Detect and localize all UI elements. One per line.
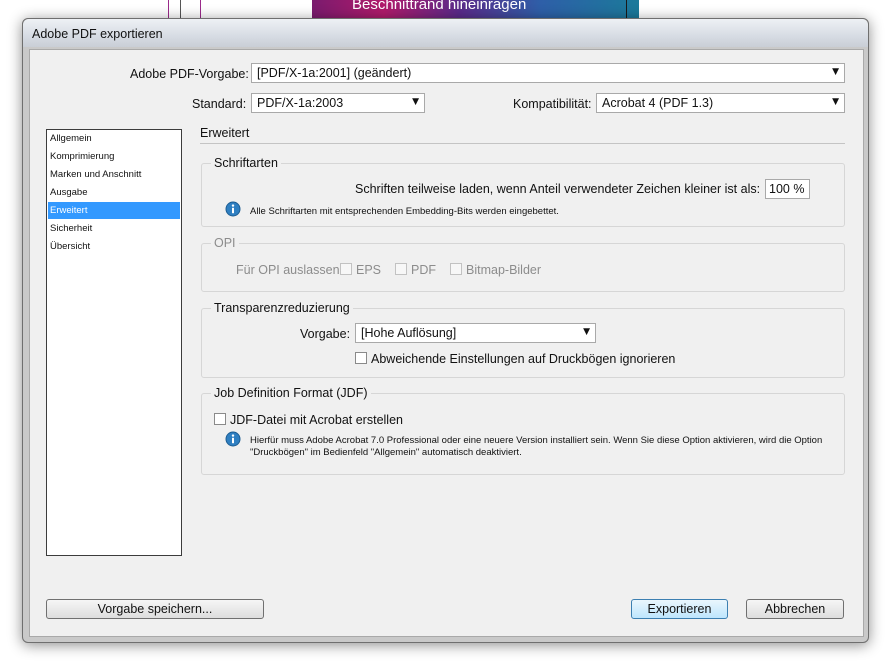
- compat-label: Kompatibilität:: [513, 97, 592, 111]
- cancel-button[interactable]: Abbrechen: [746, 599, 844, 619]
- transparency-group: [201, 308, 845, 378]
- jdf-group: [201, 393, 845, 475]
- guide-line: [626, 0, 627, 20]
- sidebar-item-uebersicht[interactable]: Übersicht: [48, 238, 180, 255]
- sidebar-item-ausgabe[interactable]: Ausgabe: [48, 184, 180, 201]
- jdf-group-title: Job Definition Format (JDF): [211, 386, 371, 400]
- ignore-overrides-label: Abweichende Einstellungen auf Druckbögen…: [371, 352, 676, 366]
- guide-line: [200, 0, 201, 20]
- chevron-down-icon: ▼: [583, 327, 590, 337]
- opi-eps-label: EPS: [356, 263, 382, 277]
- sidebar-item-sicherheit[interactable]: Sicherheit: [48, 220, 180, 237]
- compat-dropdown[interactable]: Acrobat 4 (PDF 1.3) ▼: [596, 93, 845, 113]
- sidebar-item-komprimierung[interactable]: Komprimierung: [48, 148, 180, 165]
- jdf-info-line-1: Hierfür muss Adobe Acrobat 7.0 Professio…: [250, 435, 823, 446]
- export-button[interactable]: Exportieren: [631, 599, 728, 619]
- opi-bitmap-checkbox[interactable]: [450, 263, 462, 275]
- opi-bitmap-label: Bitmap-Bilder: [466, 263, 542, 277]
- standard-label: Standard:: [192, 97, 247, 111]
- ignore-overrides-checkbox[interactable]: [355, 352, 367, 364]
- fonts-group-title: Schriftarten: [211, 156, 281, 170]
- titlebar[interactable]: Adobe PDF exportieren: [23, 19, 868, 47]
- standard-value: PDF/X-1a:2003: [257, 96, 344, 110]
- chevron-down-icon: ▼: [412, 97, 419, 107]
- preset-value: [PDF/X-1a:2001] (geändert): [257, 66, 412, 80]
- opi-pdf-label: PDF: [411, 263, 436, 277]
- subset-label: Schriften teilweise laden, wenn Anteil v…: [355, 182, 761, 196]
- jdf-create-checkbox[interactable]: [214, 413, 226, 425]
- panel-title: Erweitert: [200, 126, 250, 140]
- sidebar-item-erweitert[interactable]: Erweitert: [48, 202, 180, 219]
- info-icon: [225, 431, 241, 447]
- chevron-down-icon: ▼: [832, 67, 839, 77]
- transparency-preset-dropdown[interactable]: [Hohe Auflösung] ▼: [355, 323, 596, 343]
- category-list[interactable]: Allgemein Komprimierung Marken und Ansch…: [46, 129, 182, 556]
- save-preset-button[interactable]: Vorgabe speichern...: [46, 599, 264, 619]
- opi-pdf-checkbox[interactable]: [395, 263, 407, 275]
- panel-divider: [200, 143, 845, 144]
- info-icon: [225, 201, 241, 217]
- sidebar-item-marken-und-anschnitt[interactable]: Marken und Anschnitt: [48, 166, 180, 183]
- subset-threshold-value: 100 %: [769, 182, 805, 196]
- guide-line: [168, 0, 169, 20]
- fonts-info-text: Alle Schriftarten mit entsprechenden Emb…: [250, 206, 559, 217]
- preset-label: Adobe PDF-Vorgabe:: [130, 67, 249, 81]
- standard-dropdown[interactable]: PDF/X-1a:2003 ▼: [251, 93, 425, 113]
- opi-group-title: OPI: [211, 236, 239, 250]
- transparency-group-title: Transparenzreduzierung: [211, 301, 353, 315]
- transparency-preset-label: Vorgabe:: [300, 327, 351, 341]
- sidebar-item-allgemein[interactable]: Allgemein: [48, 130, 180, 147]
- jdf-info-line-2: "Druckbögen" im Bedienfeld "Allgemein" a…: [250, 447, 522, 458]
- subset-threshold-input[interactable]: 100 %: [765, 179, 810, 199]
- compat-value: Acrobat 4 (PDF 1.3): [602, 96, 714, 110]
- opi-omit-label: Für OPI auslassen:: [236, 263, 343, 277]
- transparency-preset-value: [Hohe Auflösung]: [361, 326, 457, 340]
- jdf-create-label: JDF-Datei mit Acrobat erstellen: [230, 413, 403, 427]
- opi-eps-checkbox[interactable]: [340, 263, 352, 275]
- background-overlay-text: Beschnittrand hineinragen: [352, 0, 527, 13]
- guide-line: [180, 0, 181, 20]
- chevron-down-icon: ▼: [832, 97, 839, 107]
- window-title: Adobe PDF exportieren: [32, 27, 163, 41]
- preset-dropdown[interactable]: [PDF/X-1a:2001] (geändert) ▼: [251, 63, 845, 83]
